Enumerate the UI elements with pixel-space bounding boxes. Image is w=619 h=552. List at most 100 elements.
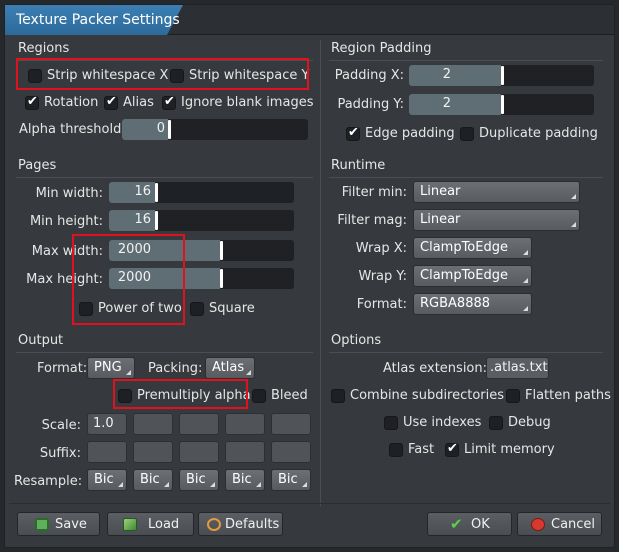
dropdown-arrow-icon [118,482,123,487]
wrap-x-select[interactable]: ClampToEdge [413,237,532,259]
ignore-blank-images-label: Ignore blank images [181,95,314,110]
pages-section-title: Pages [18,158,57,173]
wrap-y-value: ClampToEdge [420,268,508,283]
scale-field-4[interactable] [225,413,265,435]
filter-mag-label: Filter mag: [337,213,407,228]
defaults-button[interactable]: Defaults [198,512,283,536]
load-button[interactable]: Load [107,512,194,536]
flatten-paths-label: Flatten paths [525,388,611,403]
suffix-field-1[interactable] [87,441,127,463]
slider-knob[interactable] [500,95,504,114]
resample-select-5[interactable]: Bic [271,469,311,491]
resample-value: Bic [94,472,114,487]
min-width-value: 16 [134,184,151,199]
dropdown-arrow-icon [523,278,528,283]
rotation-checkbox[interactable]: ✔ [25,94,39,110]
resample-select-2[interactable]: Bic [133,469,173,491]
highlight-box-strip-whitespace [16,58,309,90]
dropdown-arrow-icon [126,370,131,375]
slider-knob[interactable] [168,120,171,139]
combine-subdirectories-checkbox[interactable] [331,389,345,403]
runtime-format-select[interactable]: RGBA8888 [413,293,532,315]
ok-button[interactable]: ✔ OK [427,512,512,536]
slider-knob[interactable] [155,211,158,230]
scale-field-2[interactable] [133,413,173,435]
padding-x-label: Padding X: [334,68,404,83]
limit-memory-checkbox[interactable]: ✔ [445,441,459,457]
padding-y-value: 2 [442,96,451,111]
atlas-extension-field[interactable]: .atlas.txt [486,357,549,379]
use-indexes-checkbox[interactable] [384,416,398,430]
resample-select-3[interactable]: Bic [179,469,219,491]
padding-x-slider[interactable]: 2 [409,65,594,86]
bleed-label: Bleed [271,388,308,403]
slider-knob[interactable] [155,183,158,202]
padding-y-slider[interactable]: 2 [409,94,594,115]
packing-select[interactable]: Atlas [205,357,255,379]
output-divider [16,352,313,353]
cancel-icon [531,518,545,531]
dropdown-arrow-icon [256,482,261,487]
suffix-label: Suffix: [39,446,81,461]
debug-checkbox[interactable] [489,416,503,430]
square-checkbox[interactable] [190,302,204,316]
alias-label: Alias [123,95,154,110]
footer-divider [9,503,610,504]
alias-checkbox[interactable]: ✔ [104,94,118,110]
bleed-checkbox[interactable] [252,389,266,403]
combine-subdirectories-label: Combine subdirectories [350,388,505,403]
fast-checkbox[interactable] [389,443,403,457]
slider-knob[interactable] [500,66,504,85]
min-height-label: Min height: [29,214,103,229]
resample-label: Resample: [14,474,83,489]
dropdown-arrow-icon [210,482,215,487]
min-width-label: Min width: [35,186,103,201]
checkmark-icon: ✔ [106,94,117,109]
min-width-slider[interactable]: 16 [109,182,294,203]
options-section-title: Options [331,333,382,348]
save-button-label: Save [55,517,87,532]
title-bar[interactable]: Texture Packer Settings [5,5,614,35]
filter-mag-select[interactable]: Linear [413,209,580,231]
slider-knob[interactable] [220,269,223,288]
suffix-field-2[interactable] [133,441,173,463]
flatten-paths-checkbox[interactable] [506,389,520,403]
scale-field-3[interactable] [179,413,219,435]
slider-knob[interactable] [220,241,223,260]
dropdown-arrow-icon [302,482,307,487]
suffix-field-4[interactable] [225,441,265,463]
runtime-format-value: RGBA8888 [420,296,491,311]
debug-label: Debug [508,415,551,430]
suffix-field-5[interactable] [271,441,311,463]
ignore-blank-images-checkbox[interactable]: ✔ [162,94,176,110]
window-title: Texture Packer Settings [16,12,180,28]
wrap-y-select[interactable]: ClampToEdge [413,265,532,287]
wrap-x-value: ClampToEdge [420,240,508,255]
load-button-label: Load [148,517,180,532]
alpha-threshold-slider[interactable]: 0 [122,119,308,140]
cancel-button[interactable]: Cancel [517,512,602,536]
use-indexes-label: Use indexes [403,415,482,430]
checkmark-icon: ✔ [27,94,38,109]
packing-value: Atlas [212,360,245,375]
resample-select-4[interactable]: Bic [225,469,265,491]
resample-select-1[interactable]: Bic [87,469,127,491]
runtime-section-title: Runtime [331,158,386,173]
suffix-field-3[interactable] [179,441,219,463]
floppy-disk-icon [35,518,49,531]
ok-button-label: OK [471,517,490,532]
runtime-divider [329,177,603,178]
scale-field-5[interactable] [271,413,311,435]
min-height-slider[interactable]: 16 [109,210,294,231]
padding-y-label: Padding Y: [337,97,404,112]
resample-value: Bic [140,472,160,487]
save-button[interactable]: Save [17,512,100,536]
scale-field-1[interactable]: 1.0 [87,413,127,435]
output-section-title: Output [18,333,64,348]
reset-icon [207,518,221,531]
edge-padding-checkbox[interactable]: ✔ [346,125,360,141]
filter-min-select[interactable]: Linear [413,181,580,203]
output-format-select[interactable]: PNG [87,357,135,379]
wrap-y-label: Wrap Y: [358,269,407,284]
duplicate-padding-checkbox[interactable] [460,127,474,141]
